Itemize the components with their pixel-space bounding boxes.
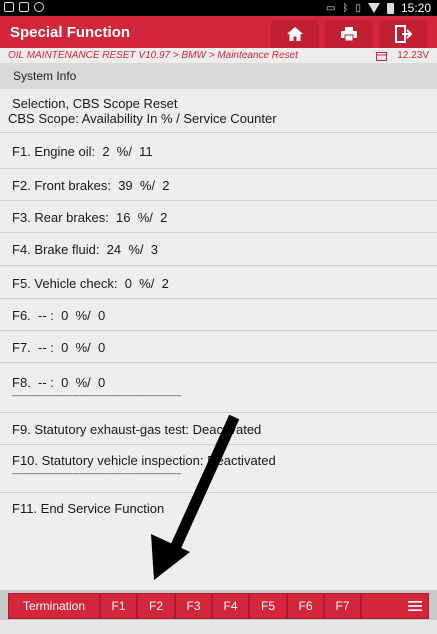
exit-icon [395,25,412,43]
info-text: Selection, CBS Scope Reset [12,96,178,111]
info-text: CBS Scope: Availability In % / Service C… [8,111,277,126]
info-text: F5. Vehicle check: 0 %/ 2 [12,276,169,291]
home-icon [287,27,303,41]
section-title: System Info [13,69,77,83]
info-text: F4. Brake fluid: 24 %/ 3 [12,242,158,257]
separator-line: ----------------------------------------… [12,391,181,400]
system-info-panel: System Info Selection, CBS Scope Reset C… [0,64,437,590]
wifi-icon [367,3,380,13]
voltage-value: 12.23V [397,50,429,61]
f3-button[interactable]: F3 [175,593,212,619]
separator-line: ----------------------------------------… [12,469,181,478]
voltage-indicator: 12.23V [376,50,429,61]
info-row: Selection, CBS Scope Reset CBS Scope: Av… [0,89,437,133]
info-text: F11. End Service Function [12,501,165,516]
menu-icon [408,601,422,611]
info-text: F3. Rear brakes: 16 %/ 2 [12,210,168,225]
status-bar: ▭ ᛒ ▯ 15:20 [0,0,437,16]
f5-button[interactable]: F5 [249,593,287,619]
f4-button[interactable]: F4 [212,593,249,619]
info-row: F7. -- : 0 %/ 0 [0,331,437,363]
vibrate-icon: ▯ [355,2,361,14]
exit-button[interactable] [379,20,427,48]
info-text: F1. Engine oil: 2 %/ 11 [12,144,153,159]
notification-icon [4,2,14,12]
home-button[interactable] [271,20,319,48]
print-button[interactable] [325,20,373,48]
battery-icon [386,2,394,14]
info-text: F6. -- : 0 %/ 0 [12,308,106,323]
calendar-icon [376,51,388,61]
f2-button[interactable]: F2 [137,593,175,619]
info-row: F2. Front brakes: 39 %/ 2 [0,169,437,201]
info-row: F9. Statutory exhaust-gas test: Deactiva… [0,413,437,445]
menu-button[interactable] [361,593,429,619]
info-row: F11. End Service Function [0,493,437,525]
section-header: System Info [0,64,437,89]
clock: 15:20 [400,1,431,15]
f6-button[interactable]: F6 [287,593,324,619]
f7-button[interactable]: F7 [324,593,361,619]
info-row: F5. Vehicle check: 0 %/ 2 [0,266,437,299]
breadcrumb-path: OIL MAINTENANCE RESET V10.97 > BMW > Mai… [8,50,298,61]
bluetooth-icon: ᛒ [342,2,349,14]
app-header: Special Function [0,16,437,48]
notification-icon [34,2,44,12]
info-row: F6. -- : 0 %/ 0 [0,299,437,331]
info-row: F4. Brake fluid: 24 %/ 3 [0,233,437,266]
info-text: F10. Statutory vehicle inspection: Deact… [12,453,276,468]
cast-icon: ▭ [326,2,336,14]
info-text: F7. -- : 0 %/ 0 [12,340,106,355]
page-title: Special Function [10,24,131,41]
navigation-bar [0,620,437,634]
print-icon [341,27,357,42]
info-row: F3. Rear brakes: 16 %/ 2 [0,201,437,233]
info-row: F10. Statutory vehicle inspection: Deact… [0,445,437,493]
function-toolbar: Termination F1 F2 F3 F4 F5 F6 F7 [0,590,437,634]
f1-button[interactable]: F1 [100,593,137,619]
notification-icon [19,2,29,12]
termination-button[interactable]: Termination [8,593,100,619]
notification-icons [4,2,44,12]
breadcrumb: OIL MAINTENANCE RESET V10.97 > BMW > Mai… [0,48,437,64]
info-text: F2. Front brakes: 39 %/ 2 [12,178,170,193]
info-row: F8. -- : 0 %/ 0 ------------------------… [0,363,437,413]
info-text: F8. -- : 0 %/ 0 [12,375,106,390]
info-text: F9. Statutory exhaust-gas test: Deactiva… [12,422,262,437]
info-row: F1. Engine oil: 2 %/ 11 [0,133,437,169]
